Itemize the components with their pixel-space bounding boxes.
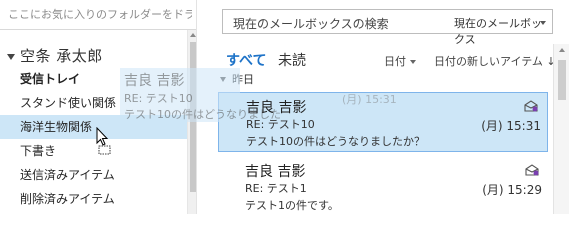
divider xyxy=(0,29,196,30)
search-placeholder: 現在のメールボックスの検索 xyxy=(233,17,389,31)
account-header[interactable]: 空条 承太郎 xyxy=(7,45,103,66)
sort-by-label: 日付 xyxy=(384,55,406,68)
folder-scrollbar[interactable] xyxy=(187,30,196,214)
folder-deleted-items[interactable]: 削除済みアイテム xyxy=(0,187,187,211)
message-list-pane: 現在のメールボックスの検索 現在のメールボックス すべて 未読 日付 日付の新し… xyxy=(198,0,575,214)
search-scope-label: 現在のメールボックス xyxy=(454,17,542,46)
message-time: (月) 15:29 xyxy=(482,183,542,197)
chevron-down-icon xyxy=(540,21,546,25)
favorites-drop-hint: ここにお気に入りのフォルダーをドラッ xyxy=(8,8,192,21)
mouse-cursor-icon xyxy=(96,127,111,155)
chevron-down-icon xyxy=(410,60,416,64)
folder-sent-items[interactable]: 送信済みアイテム xyxy=(0,163,187,187)
account-name: 空条 承太郎 xyxy=(20,47,103,65)
message-preview: テスト1の件です。 xyxy=(245,199,339,212)
search-scope-dropdown[interactable]: 現在のメールボックス xyxy=(448,9,553,46)
scroll-thumb[interactable] xyxy=(558,60,566,100)
collapse-triangle-icon[interactable] xyxy=(7,53,15,60)
filter-all[interactable]: すべて xyxy=(226,50,266,70)
message-item[interactable]: 吉良 吉影 RE: テスト1 テスト1の件です。 (月) 15:29 xyxy=(218,157,548,217)
message-list-scrollbar[interactable] xyxy=(553,44,569,214)
search-input[interactable]: 現在のメールボックスの検索 xyxy=(222,9,470,34)
drag-preview-subject: RE: テスト10 xyxy=(124,92,193,105)
sort-by-dropdown[interactable]: 日付 xyxy=(384,53,416,69)
scroll-up-icon[interactable] xyxy=(190,33,196,37)
scroll-up-icon[interactable] xyxy=(559,48,565,52)
folder-drafts[interactable]: 下書き xyxy=(0,139,187,163)
message-preview: テスト10の件はどうなりましたか？ xyxy=(246,135,425,148)
meeting-request-icon xyxy=(525,164,539,176)
drag-preview-body: テスト10の件はどうなりました xyxy=(124,108,281,121)
message-subject: RE: テスト1 xyxy=(245,182,307,195)
message-time: (月) 15:31 xyxy=(481,119,541,133)
filter-unread[interactable]: 未読 xyxy=(278,50,306,70)
message-sender: 吉良 吉影 xyxy=(245,164,306,180)
drag-preview-sender: 吉良 吉影 xyxy=(124,73,185,89)
sort-order-label: 日付の新しいアイテム ↓ xyxy=(434,55,556,68)
sort-order-toggle[interactable]: 日付の新しいアイテム ↓ xyxy=(434,53,556,69)
meeting-request-icon xyxy=(524,100,538,112)
drag-preview: 吉良 吉影 RE: テスト10 テスト10の件はどうなりました xyxy=(120,68,281,122)
drag-preview-time: (月) 15:31 xyxy=(342,93,397,106)
